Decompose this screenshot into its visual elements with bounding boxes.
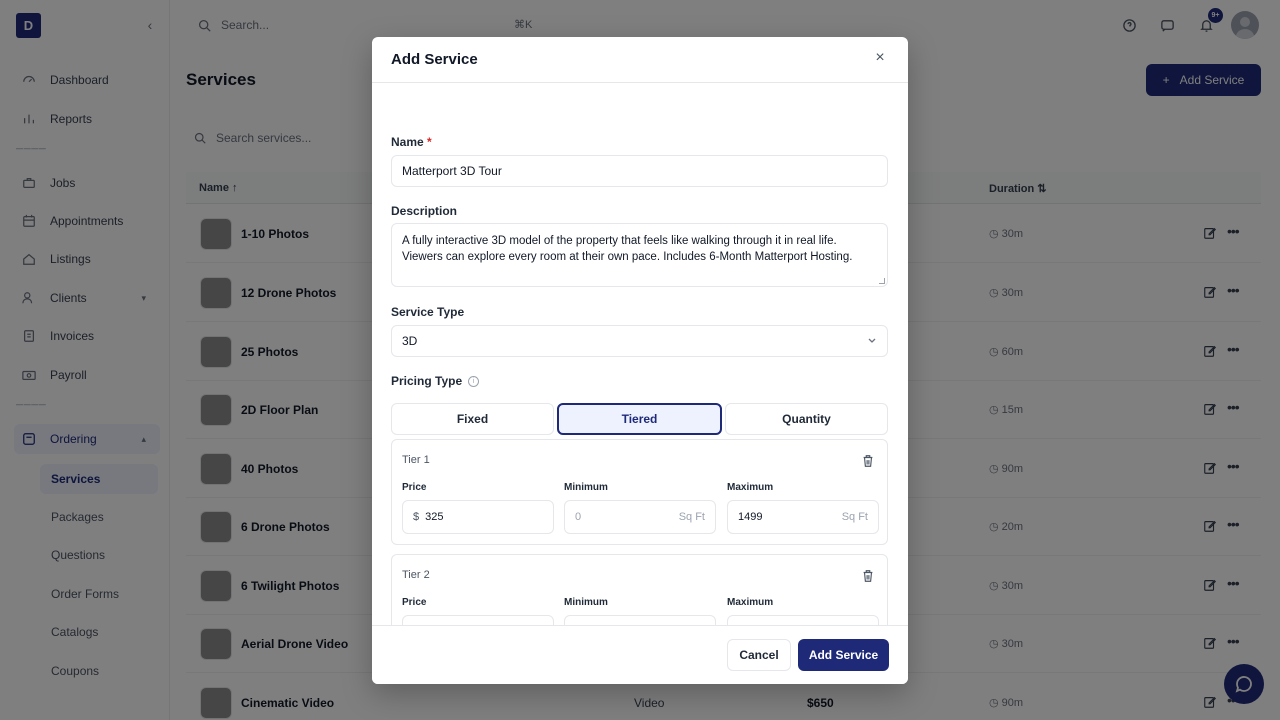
cancel-button[interactable]: Cancel	[727, 639, 791, 671]
pricing-type-label-text: Pricing Type	[391, 374, 463, 388]
description-value: A fully interactive 3D model of the prop…	[402, 235, 853, 263]
minimum-label: Minimum	[564, 482, 608, 493]
price-label: Price	[402, 597, 427, 608]
close-icon[interactable]: ×	[872, 50, 888, 66]
name-input-value: Matterport 3D Tour	[402, 164, 502, 178]
price-input[interactable]: $325	[402, 500, 554, 534]
resize-handle[interactable]	[879, 278, 885, 284]
dialog-body: Name * Matterport 3D Tour Description A …	[372, 83, 908, 625]
service-type-select[interactable]: 3D	[391, 325, 888, 357]
name-input[interactable]: Matterport 3D Tour	[391, 155, 888, 187]
maximum-label: Maximum	[727, 597, 774, 608]
tier-title: Tier 1	[402, 454, 430, 466]
dialog-header: Add Service ×	[372, 37, 908, 83]
tier-title: Tier 2	[402, 569, 430, 581]
trash-icon[interactable]	[861, 454, 875, 468]
maximum-label: Maximum	[727, 482, 774, 493]
required-marker: *	[427, 135, 432, 149]
trash-icon[interactable]	[861, 569, 875, 583]
price-value: 325	[425, 511, 444, 523]
maximum-input[interactable]: 1499 Sq Ft	[727, 500, 879, 534]
minimum-placeholder: 0	[575, 511, 582, 523]
unit-label: Sq Ft	[841, 511, 868, 523]
pricing-option-quantity[interactable]: Quantity	[725, 403, 888, 435]
name-label-text: Name	[391, 135, 424, 149]
tier-card: Tier 2 Price Minimum Maximum $375 1500Sq…	[391, 554, 888, 625]
maximum-input[interactable]: 2499Sq Ft	[727, 615, 879, 625]
add-service-dialog: Add Service × Name * Matterport 3D Tour …	[372, 37, 908, 684]
service-type-label: Service Type	[391, 305, 465, 319]
submit-add-service-button[interactable]: Add Service	[798, 639, 889, 671]
price-input[interactable]: $375	[402, 615, 554, 625]
price-label: Price	[402, 482, 427, 493]
pricing-type-label: Pricing Type i	[391, 374, 480, 388]
description-label: Description	[391, 204, 458, 218]
minimum-input[interactable]: 1500Sq Ft	[564, 615, 716, 625]
info-icon[interactable]: i	[468, 376, 480, 388]
pricing-option-tiered[interactable]: Tiered	[557, 403, 722, 435]
name-label: Name *	[391, 135, 432, 149]
minimum-label: Minimum	[564, 597, 608, 608]
chevron-down-icon	[868, 338, 876, 343]
pricing-type-toggle: Fixed Tiered Quantity	[391, 403, 888, 435]
minimum-input[interactable]: 0 Sq Ft	[564, 500, 716, 534]
tier-card: Tier 1 Price Minimum Maximum $325 0 Sq Ft…	[391, 439, 888, 545]
service-type-value: 3D	[402, 334, 418, 348]
dialog-title: Add Service	[391, 51, 478, 68]
unit-label: Sq Ft	[678, 511, 705, 523]
description-textarea[interactable]: A fully interactive 3D model of the prop…	[391, 223, 888, 287]
dialog-footer: Cancel Add Service	[372, 625, 908, 684]
currency-symbol: $	[413, 511, 420, 523]
maximum-value: 1499	[738, 511, 763, 523]
pricing-option-fixed[interactable]: Fixed	[391, 403, 554, 435]
